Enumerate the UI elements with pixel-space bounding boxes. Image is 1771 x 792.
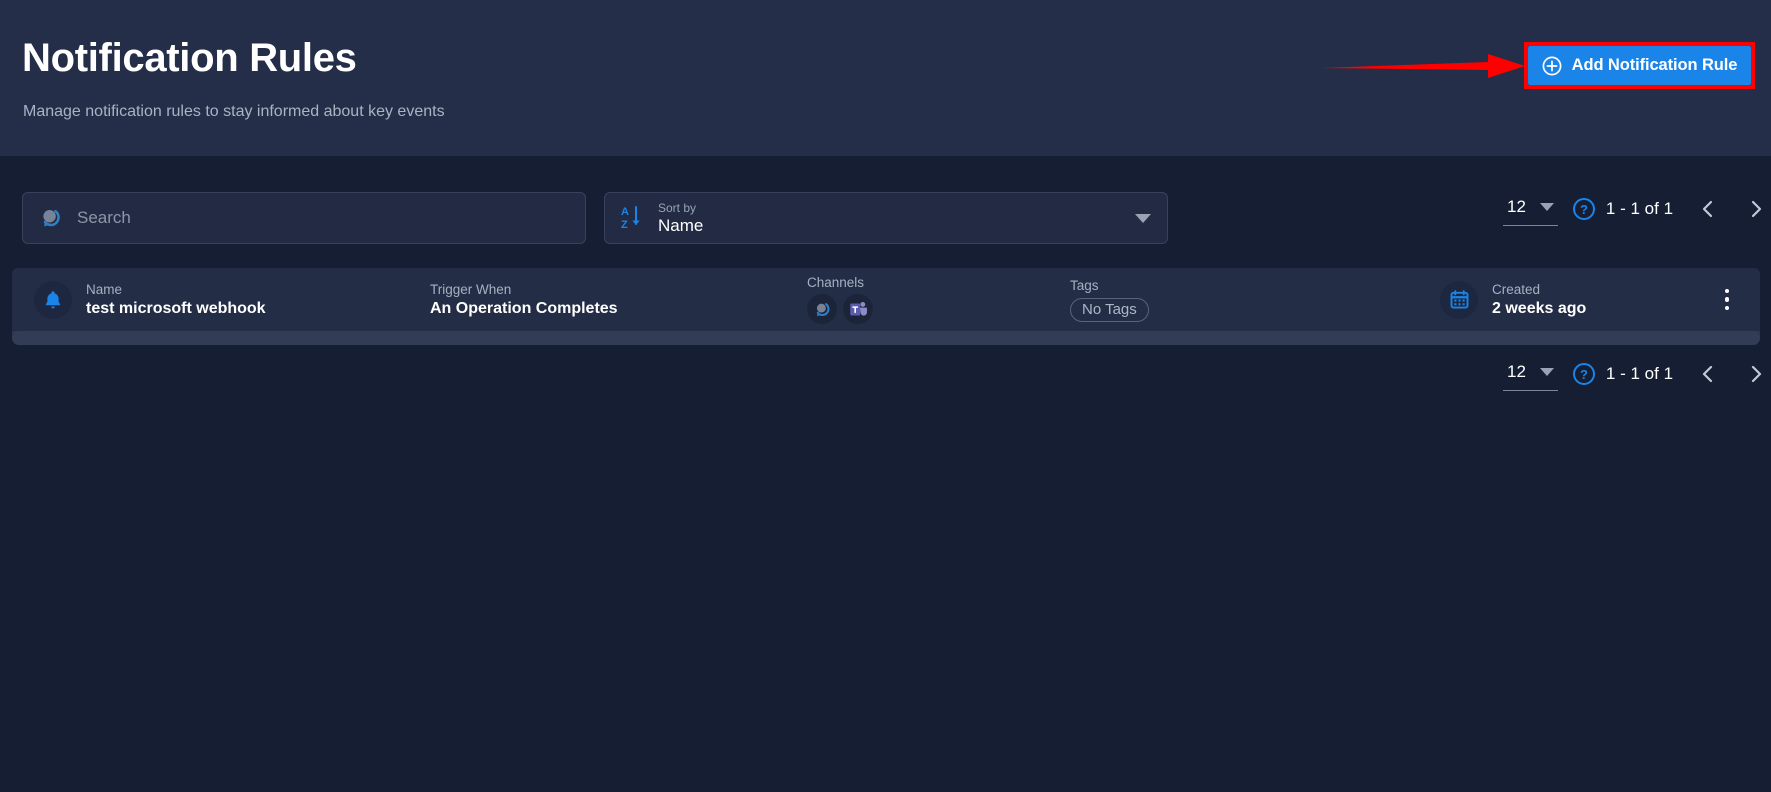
webhook-icon-wrapper[interactable]	[807, 294, 837, 324]
search-icon	[43, 209, 60, 227]
horizontal-scrollbar-track[interactable]	[12, 331, 1760, 345]
sort-by-texts: Sort by Name	[658, 200, 704, 235]
question-circle-icon[interactable]: ?	[1572, 362, 1596, 386]
cell-name: Name test microsoft webhook	[34, 280, 266, 319]
trigger-label: Trigger When	[430, 281, 512, 297]
pagination-bottom: 12 ? 1 - 1 of 1	[1503, 354, 1771, 394]
kebab-dot	[1724, 297, 1730, 302]
channels-label: Channels	[807, 275, 865, 290]
page-subtitle: Manage notification rules to stay inform…	[23, 103, 445, 120]
sort-by-label: Sort by	[658, 200, 697, 215]
page-size-selector-top[interactable]: 12	[1503, 192, 1558, 226]
page-range-top: 1 - 1 of 1	[1605, 199, 1674, 218]
chevron-right-icon	[1751, 365, 1762, 383]
bell-icon-wrapper	[34, 280, 72, 319]
next-page-button-bottom[interactable]	[1739, 357, 1771, 391]
plus-circle-icon	[1542, 56, 1562, 75]
page-title: Notification Rules	[22, 36, 357, 80]
svg-text:?: ?	[1580, 202, 1588, 217]
table-row[interactable]: Name test microsoft webhook Trigger When…	[12, 268, 1760, 331]
previous-page-button-bottom[interactable]	[1691, 357, 1725, 391]
calendar-icon	[1450, 290, 1468, 309]
microsoft-teams-icon-wrapper[interactable]	[843, 294, 873, 324]
kebab-dot	[1724, 305, 1730, 311]
created-label: Created	[1492, 281, 1541, 297]
sort-by-value: Name	[658, 215, 704, 235]
search-field[interactable]	[22, 192, 586, 244]
kebab-menu-icon[interactable]	[1712, 282, 1742, 318]
page-size-value-top: 12	[1507, 196, 1526, 216]
svg-text:A: A	[621, 206, 629, 218]
page-range-bottom: 1 - 1 of 1	[1605, 364, 1674, 383]
cell-trigger-when: Trigger When An Operation Completes	[430, 282, 618, 318]
calendar-icon-wrapper	[1440, 280, 1478, 319]
chevron-left-icon	[1702, 365, 1713, 383]
name-value: test microsoft webhook	[86, 299, 266, 317]
horizontal-scrollbar-thumb[interactable]	[12, 331, 1760, 345]
chevron-down-icon[interactable]	[1539, 202, 1554, 211]
add-notification-rule-button[interactable]: Add Notification Rule	[1528, 46, 1751, 85]
tags-badge: No Tags	[1070, 297, 1149, 322]
question-circle-icon[interactable]: ?	[1572, 197, 1596, 221]
trigger-texts: Trigger When An Operation Completes	[430, 282, 618, 318]
cell-created: Created 2 weeks ago	[1440, 280, 1586, 319]
chevron-down-icon[interactable]	[1135, 213, 1151, 223]
sort-by-dropdown[interactable]: A Z Sort by Name	[604, 192, 1168, 244]
cell-channels: Channels	[807, 275, 873, 324]
name-texts: Name test microsoft webhook	[86, 282, 266, 318]
chevron-right-icon	[1751, 200, 1762, 218]
pagination-top: 12 ? 1 - 1 of 1	[1503, 189, 1771, 229]
bell-icon	[45, 290, 61, 308]
next-page-button-top[interactable]	[1739, 192, 1771, 226]
add-notification-rule-label: Add Notification Rule	[1571, 56, 1738, 74]
sort-alpha-down-icon: A Z	[621, 206, 640, 231]
search-input[interactable]	[77, 208, 569, 228]
svg-text:Z: Z	[621, 219, 628, 231]
created-texts: Created 2 weeks ago	[1492, 282, 1586, 318]
microsoft-teams-icon	[849, 301, 867, 316]
page-size-value-bottom: 12	[1507, 361, 1526, 381]
created-value: 2 weeks ago	[1492, 299, 1587, 317]
channel-icon-list	[807, 294, 873, 324]
chevron-down-icon[interactable]	[1539, 367, 1554, 376]
chevron-left-icon	[1702, 200, 1713, 218]
kebab-dot	[1724, 288, 1730, 294]
svg-text:?: ?	[1580, 367, 1588, 382]
tags-label: Tags	[1070, 277, 1099, 293]
webhook-icon	[816, 302, 829, 316]
page-size-selector-bottom[interactable]: 12	[1503, 357, 1558, 391]
cell-tags: Tags No Tags	[1070, 278, 1149, 322]
trigger-value: An Operation Completes	[430, 299, 618, 317]
previous-page-button-top[interactable]	[1691, 192, 1725, 226]
cell-row-menu	[1712, 282, 1742, 318]
name-label: Name	[86, 281, 123, 297]
